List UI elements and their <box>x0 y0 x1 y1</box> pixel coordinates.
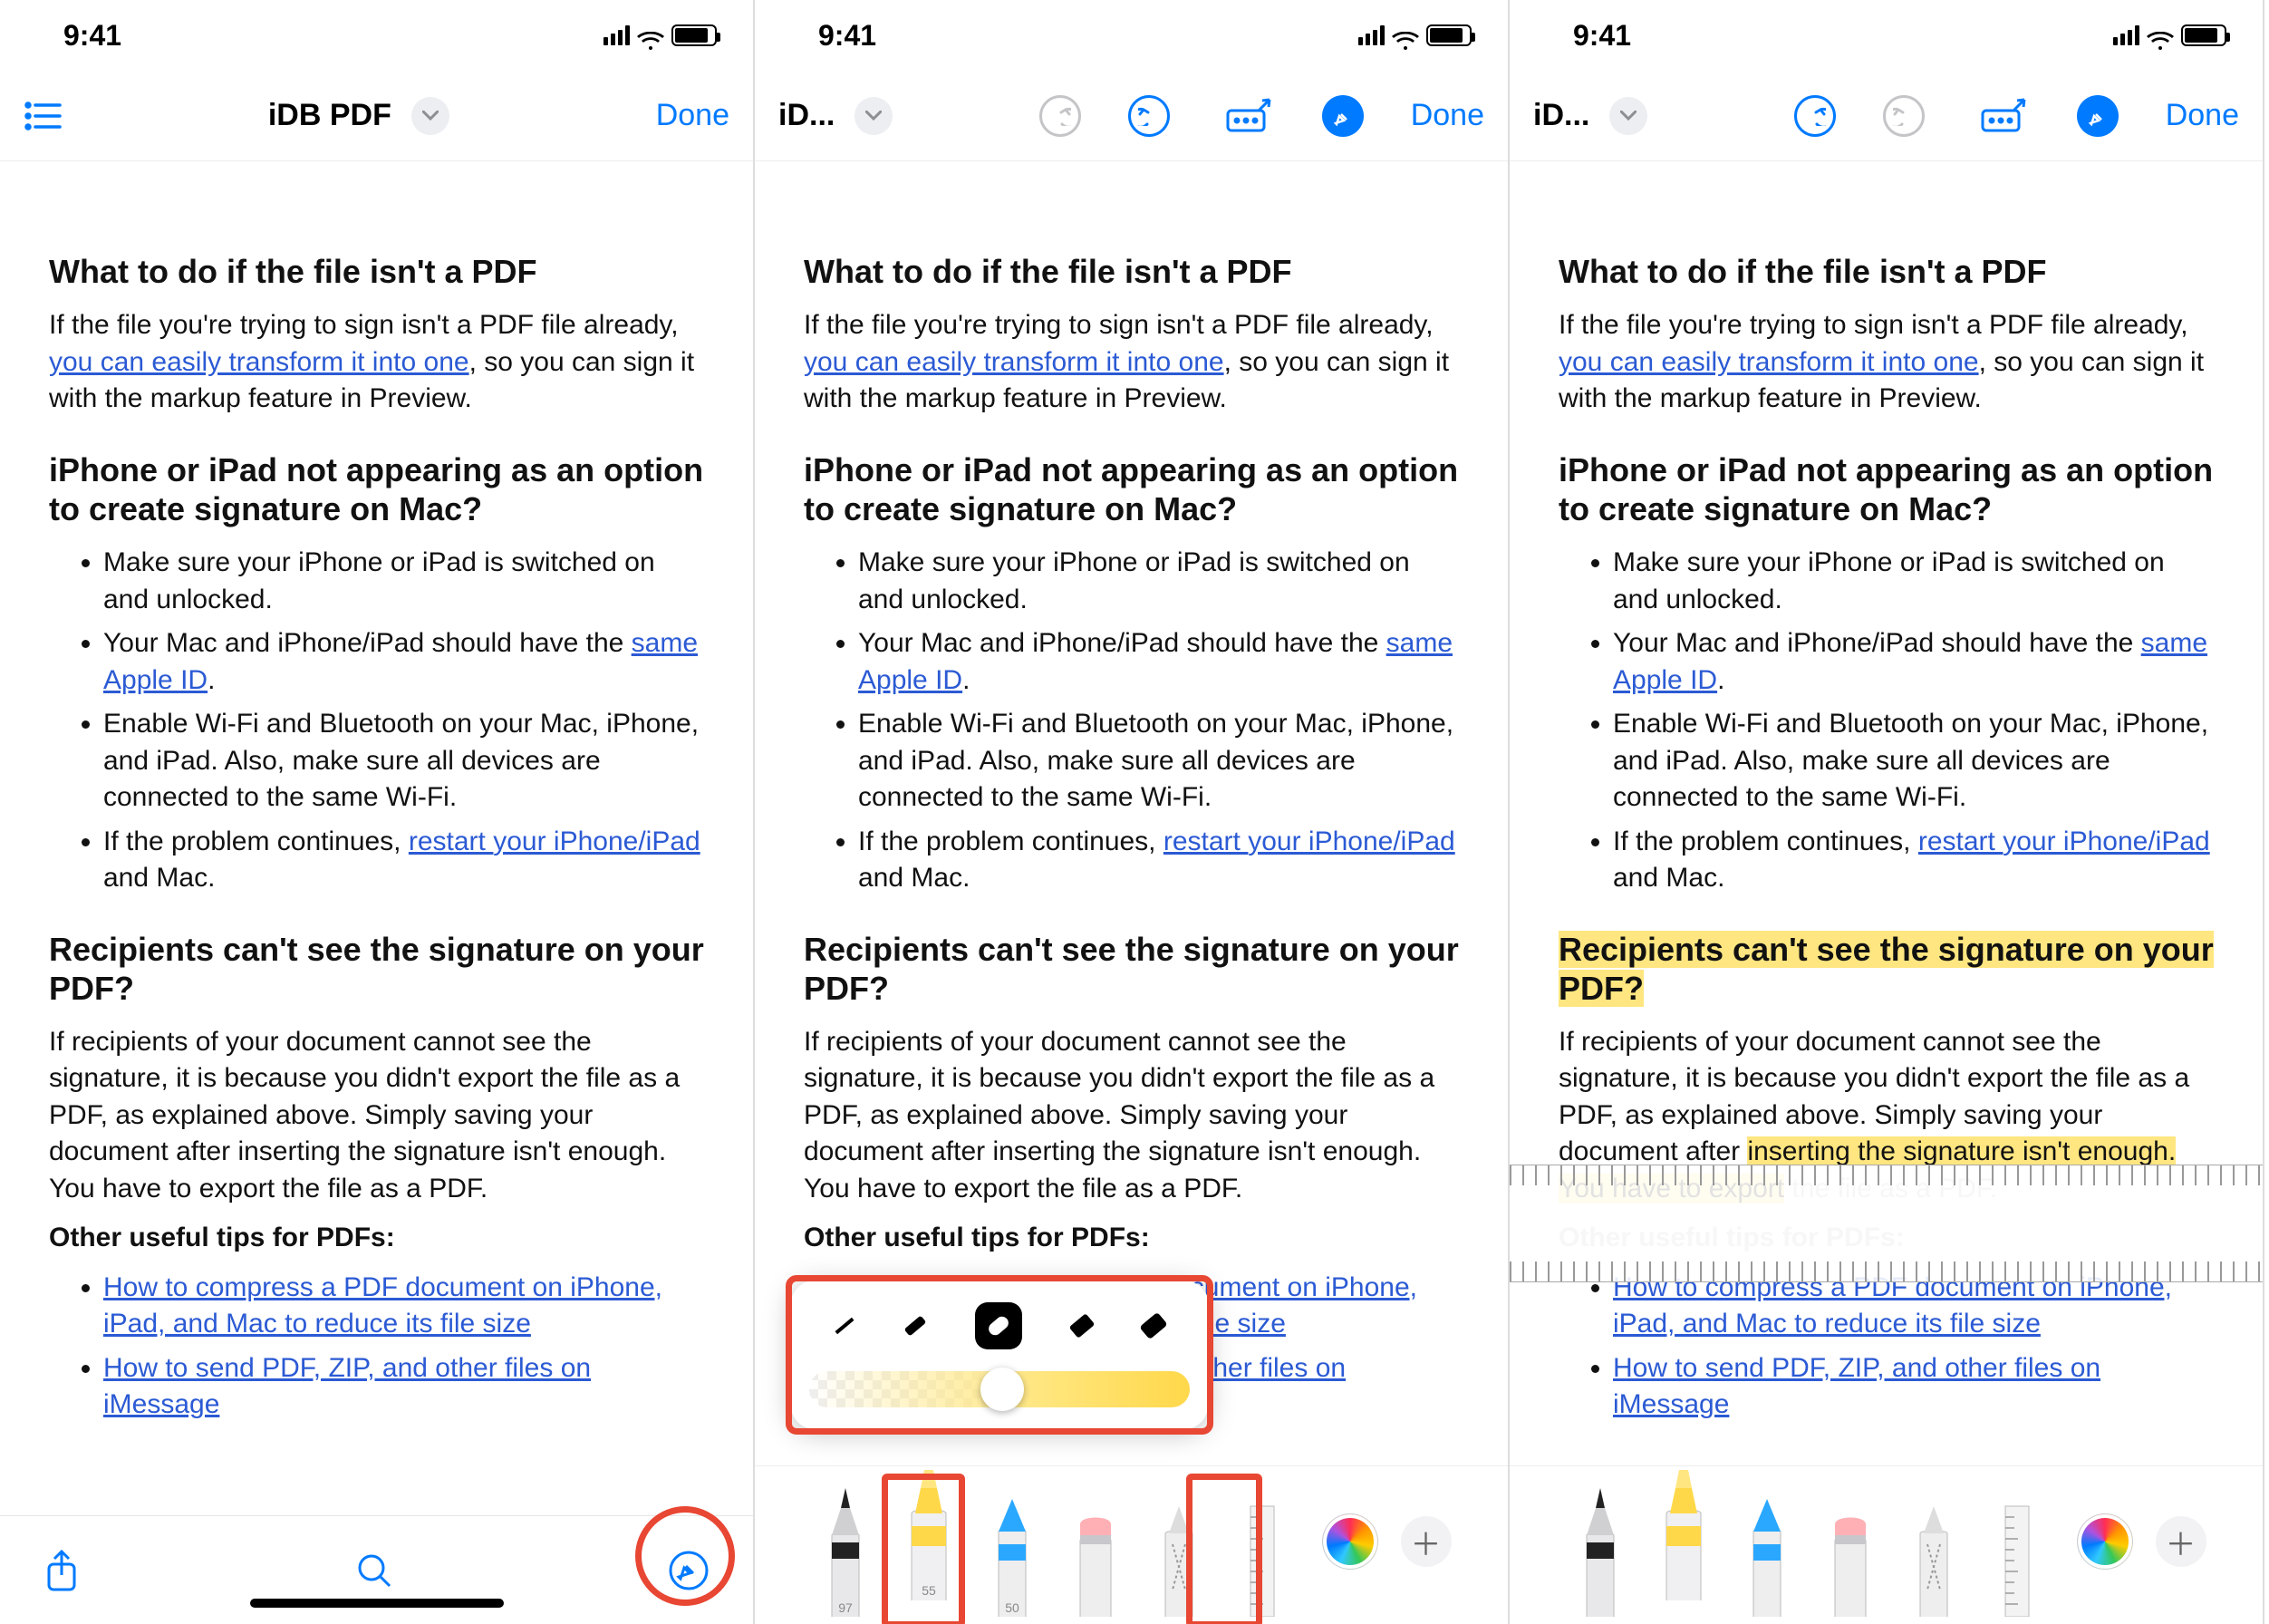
screenshot-pane-2: 9:41 iD... <box>755 0 1510 1624</box>
stroke-med-icon[interactable] <box>904 1315 927 1336</box>
redo-icon[interactable] <box>1883 95 1925 137</box>
battery-icon <box>2181 24 2226 46</box>
wifi-icon <box>1392 25 1419 45</box>
pencil-blue-tool[interactable]: 50 <box>979 1481 1046 1617</box>
eraser-tool[interactable] <box>1817 1481 1884 1617</box>
stroke-xl-icon[interactable] <box>1139 1312 1167 1340</box>
ruler-tool[interactable] <box>1984 1481 2051 1617</box>
status-bar: 9:41 <box>755 0 1508 71</box>
home-indicator <box>250 1599 504 1608</box>
tip-link-2[interactable]: How to send PDF, ZIP, and other files on… <box>103 1353 591 1420</box>
svg-text:50: 50 <box>1005 1600 1019 1615</box>
color-well[interactable] <box>1323 1514 1377 1569</box>
add-button[interactable]: ＋ <box>1401 1516 1452 1567</box>
bottom-toolbar <box>0 1515 753 1624</box>
document-scroll[interactable]: What to do if the file isn't a PDF If th… <box>1510 161 2263 1624</box>
nav-bar-markup: iD... Done <box>755 71 1508 161</box>
cellular-icon <box>603 25 630 45</box>
battery-icon <box>671 24 717 46</box>
tip-link-1[interactable]: How to compress a PDF document on iPhone… <box>103 1272 662 1339</box>
search-icon[interactable] <box>355 1552 393 1590</box>
clock: 9:41 <box>818 19 876 53</box>
highlighter-tool[interactable] <box>1650 1464 1717 1600</box>
undo-icon[interactable] <box>1794 95 1836 137</box>
nav-bar: iDB PDF Done <box>0 71 753 161</box>
status-right <box>603 24 717 46</box>
ruler-overlay[interactable] <box>1510 1165 2263 1282</box>
cellular-icon <box>2113 25 2139 45</box>
markup-active-icon[interactable] <box>1322 95 1364 137</box>
stroke-selected-icon[interactable] <box>975 1302 1022 1349</box>
svg-text:55: 55 <box>922 1583 936 1598</box>
redo-icon[interactable] <box>1128 95 1170 137</box>
title-dropdown-icon[interactable] <box>1609 97 1647 135</box>
markup-tool-dock: 97 55 50 <box>755 1465 1508 1624</box>
cellular-icon <box>1358 25 1385 45</box>
heading-1: What to do if the file isn't a PDF <box>49 252 704 291</box>
doc-title-trunc[interactable]: iD... <box>778 98 835 133</box>
screenshot-pane-1: 9:41 iDB PDF Done What to do if the file… <box>0 0 755 1624</box>
screenshot-pane-3: 9:41 iD... <box>1510 0 2264 1624</box>
clock: 9:41 <box>63 19 121 53</box>
doc-title-trunc[interactable]: iD... <box>1533 98 1589 133</box>
share-icon[interactable] <box>43 1548 80 1593</box>
color-well[interactable] <box>2078 1514 2132 1569</box>
done-button[interactable]: Done <box>1411 98 1484 133</box>
battery-icon <box>1426 24 1472 46</box>
pencil-blue-tool[interactable] <box>1733 1481 1801 1617</box>
ruler-tool[interactable] <box>1229 1481 1296 1617</box>
heading-3-highlighted: Recipients can't see the signature on yo… <box>1559 930 2214 1008</box>
title-dropdown-icon[interactable] <box>854 97 893 135</box>
heading-2: iPhone or iPad not appearing as an optio… <box>49 450 704 528</box>
autofill-icon[interactable] <box>1224 98 1275 134</box>
list-icon[interactable] <box>24 101 62 131</box>
pen-tool[interactable] <box>1567 1481 1634 1617</box>
markup-icon[interactable] <box>668 1550 710 1591</box>
pen-tool[interactable]: 97 <box>812 1481 879 1617</box>
add-button[interactable]: ＋ <box>2156 1516 2206 1567</box>
highlighter-tool[interactable]: 55 <box>895 1464 962 1600</box>
nav-bar-markup: iD... Done <box>1510 71 2263 161</box>
markup-active-icon[interactable] <box>2077 95 2119 137</box>
lasso-tool[interactable] <box>1145 1481 1212 1617</box>
undo-icon[interactable] <box>1039 95 1081 137</box>
opacity-slider[interactable] <box>809 1371 1190 1407</box>
troubleshoot-list: Make sure your iPhone or iPad is switche… <box>49 545 704 897</box>
stroke-large-icon[interactable] <box>1069 1313 1096 1339</box>
stroke-width-row <box>809 1297 1190 1355</box>
stroke-thin-icon[interactable] <box>835 1318 854 1334</box>
markup-tool-dock: ＋ <box>1510 1465 2263 1624</box>
wifi-icon <box>637 25 664 45</box>
svg-text:97: 97 <box>838 1600 853 1615</box>
lasso-tool[interactable] <box>1900 1481 1967 1617</box>
title-dropdown-icon[interactable] <box>411 97 449 135</box>
pen-options-popover[interactable] <box>791 1281 1208 1429</box>
status-bar: 9:41 <box>1510 0 2263 71</box>
status-bar: 9:41 <box>0 0 753 71</box>
doc-title[interactable]: iDB PDF <box>268 98 391 133</box>
done-button[interactable]: Done <box>656 98 729 133</box>
eraser-tool[interactable] <box>1062 1481 1129 1617</box>
opacity-slider-knob[interactable] <box>980 1368 1024 1411</box>
heading-3: Recipients can't see the signature on yo… <box>49 930 704 1008</box>
transform-pdf-link[interactable]: you can easily transform it into one <box>49 347 469 377</box>
autofill-icon[interactable] <box>1979 98 2030 134</box>
tips-list: How to compress a PDF document on iPhone… <box>49 1270 704 1424</box>
document-scroll[interactable]: What to do if the file isn't a PDF If th… <box>0 161 753 1515</box>
done-button[interactable]: Done <box>2166 98 2239 133</box>
wifi-icon <box>2147 25 2174 45</box>
clock: 9:41 <box>1573 19 1631 53</box>
subheading-tips: Other useful tips for PDFs: <box>49 1223 395 1252</box>
restart-link[interactable]: restart your iPhone/iPad <box>409 826 700 856</box>
